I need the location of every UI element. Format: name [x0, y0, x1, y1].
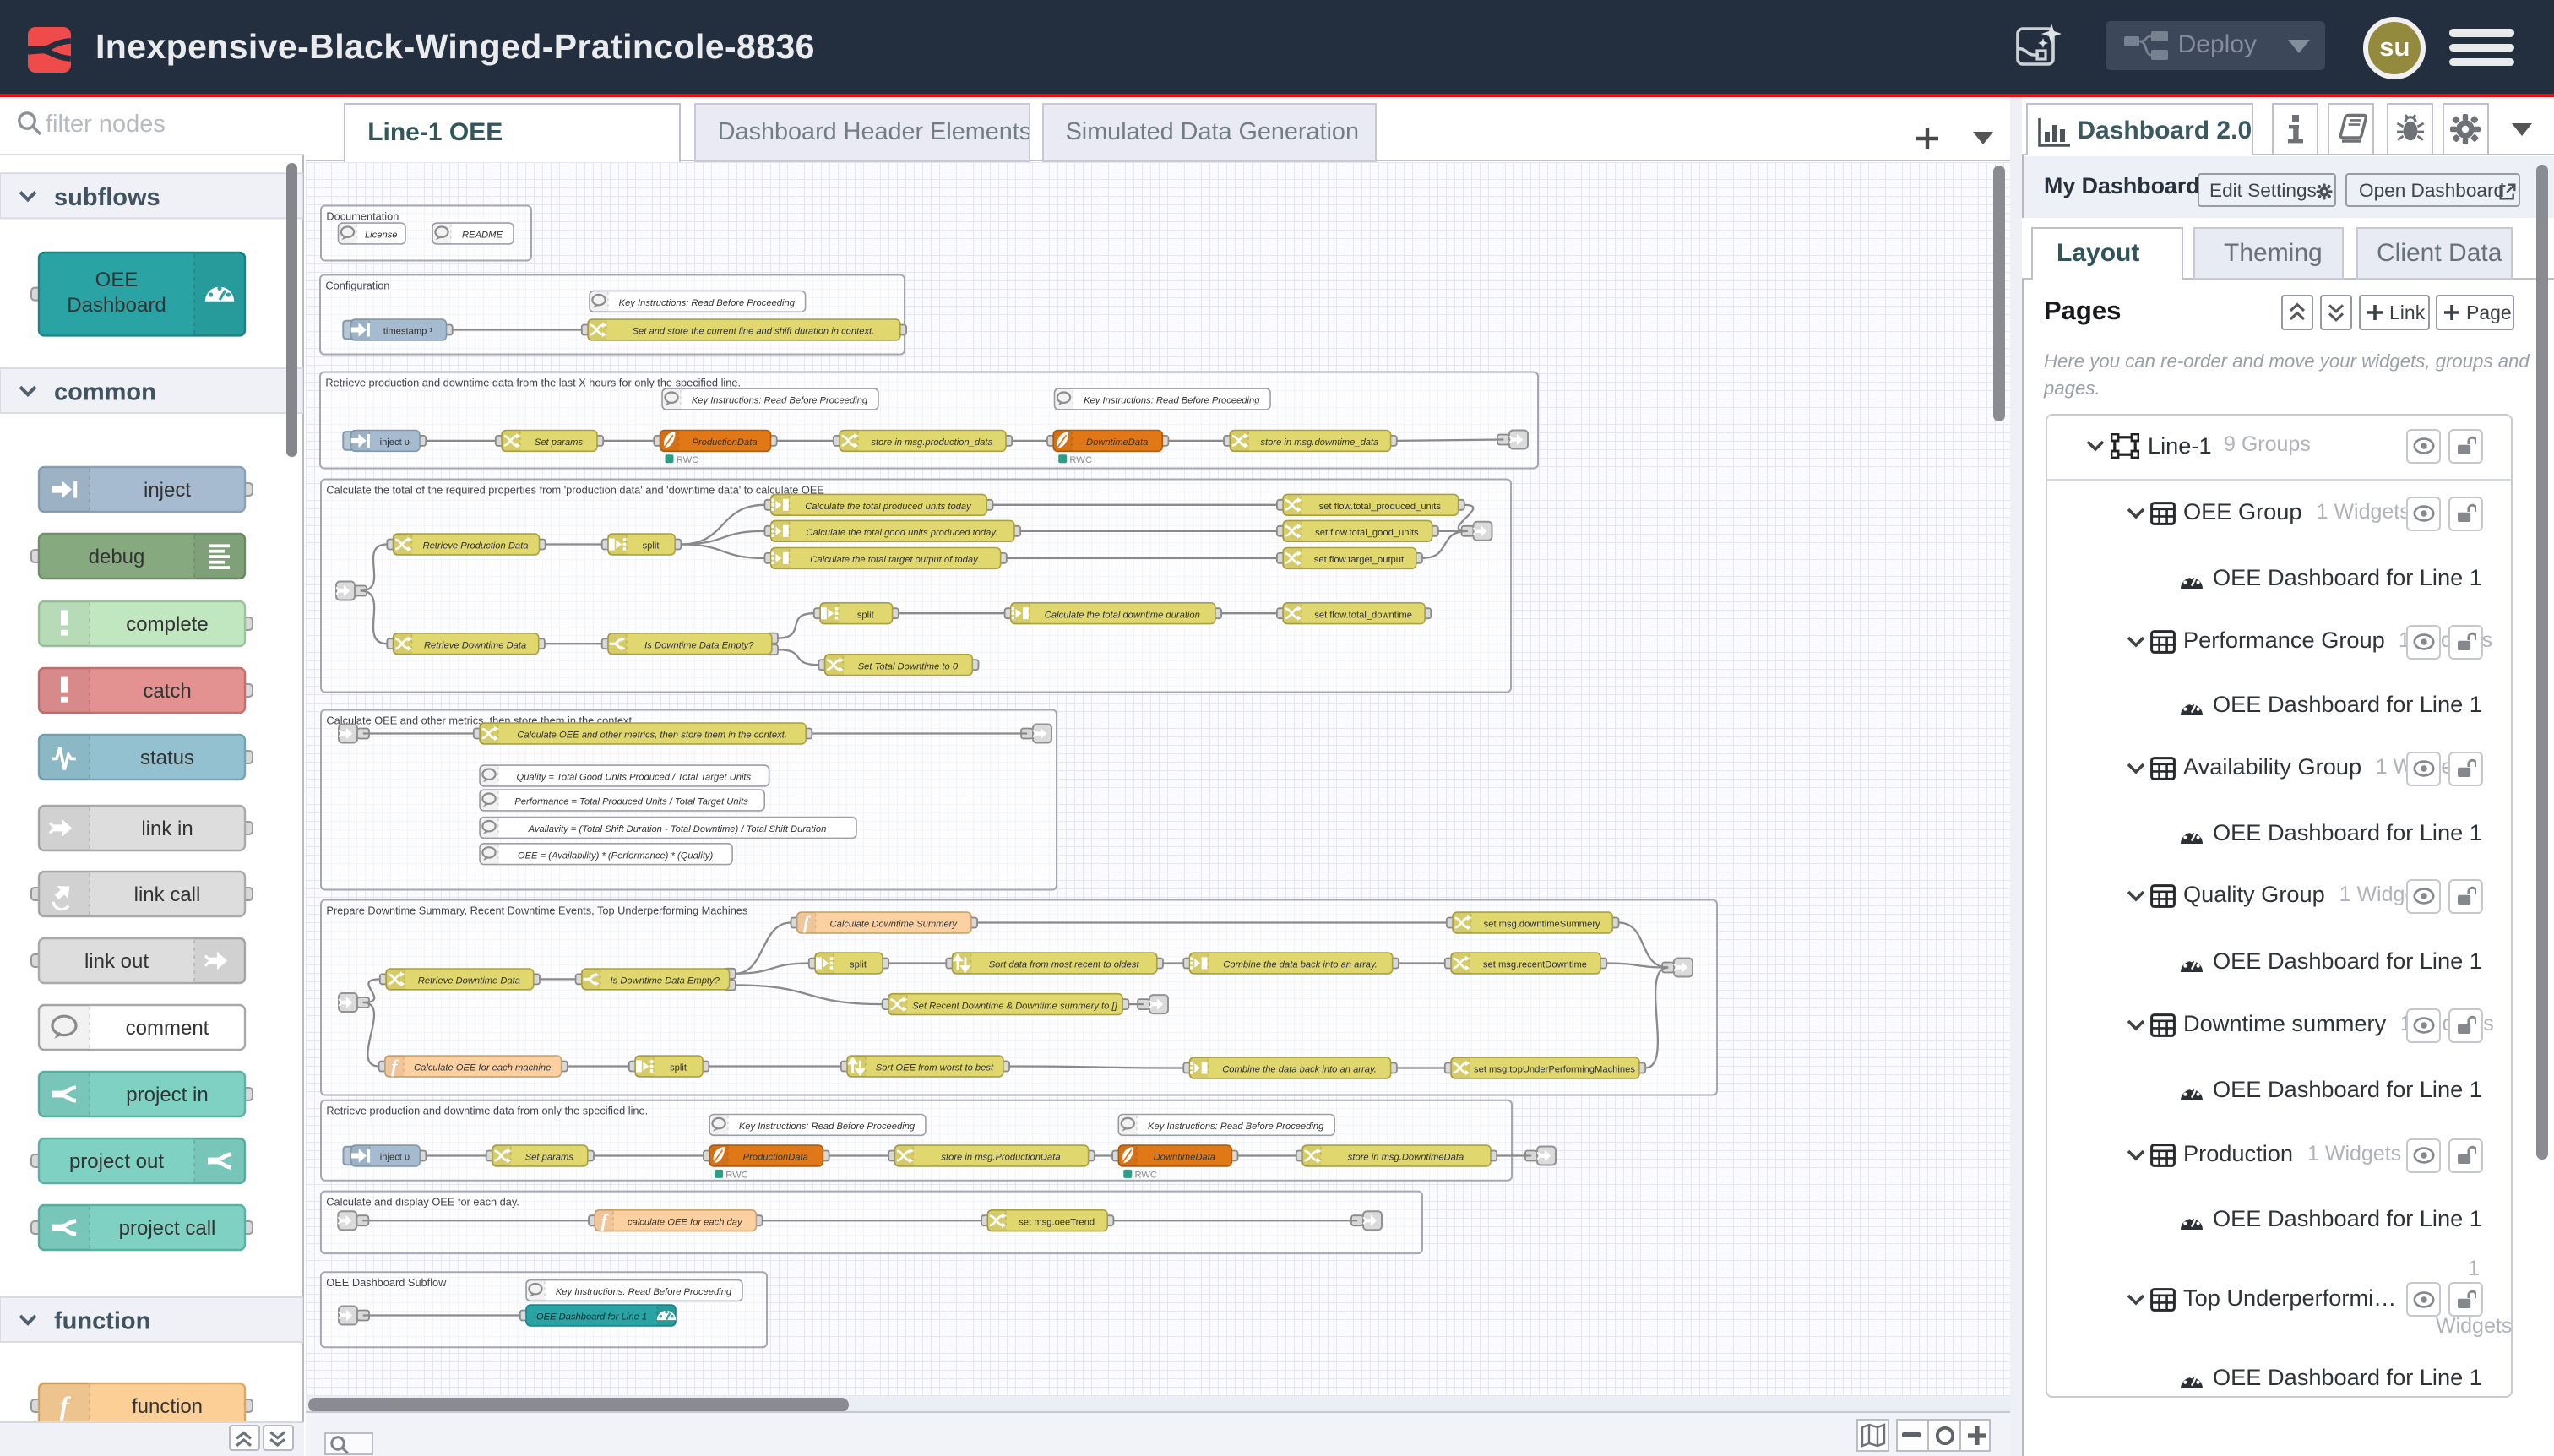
svg-text:set msg.recentDowntime: set msg.recentDowntime — [1483, 959, 1587, 970]
svg-text:project in: project in — [126, 1084, 208, 1106]
svg-text:RWC: RWC — [1134, 1170, 1157, 1180]
svg-text:Documentation: Documentation — [326, 209, 399, 222]
svg-text:Calculate the total of the req: Calculate the total of the required prop… — [326, 483, 824, 496]
svg-text:Sort OEE from worst to best: Sort OEE from worst to best — [876, 1062, 994, 1073]
svg-text:ProductionData: ProductionData — [692, 437, 757, 448]
svg-text:common: common — [54, 379, 156, 406]
svg-text:Set params: Set params — [525, 1152, 574, 1162]
svg-text:Combine the data back into an: Combine the data back into an array. — [1223, 959, 1378, 970]
svg-text:set msg.downtimeSummery: set msg.downtimeSummery — [1484, 919, 1600, 929]
svg-text:Set params: Set params — [535, 437, 584, 448]
svg-text:Calculate and display OEE for: Calculate and display OEE for each day. — [326, 1195, 519, 1208]
svg-text:Key Instructions: Read Before: Key Instructions: Read Before Proceeding — [739, 1122, 916, 1132]
svg-text:Calculate the total good units: Calculate the total good units produced … — [806, 528, 997, 538]
svg-text:Set Total Downtime to 0: Set Total Downtime to 0 — [858, 661, 959, 671]
svg-text:complete: complete — [126, 613, 208, 636]
svg-text:Key Instructions: Read Before: Key Instructions: Read Before Proceeding — [692, 395, 868, 405]
svg-text:Retrieve production and downti: Retrieve production and downtime data fr… — [325, 376, 741, 388]
svg-text:RWC: RWC — [1069, 454, 1092, 465]
svg-text:Dashboard: Dashboard — [67, 294, 166, 317]
svg-text:set msg.topUnderPerformingMach: set msg.topUnderPerformingMachines — [1474, 1064, 1635, 1074]
svg-text:Calculate OEE for each machine: Calculate OEE for each machine — [414, 1062, 551, 1073]
svg-text:store in msg.downtime_data: store in msg.downtime_data — [1260, 437, 1378, 448]
svg-text:split: split — [857, 610, 875, 620]
svg-text:Calculate the total target out: Calculate the total target output of tod… — [810, 555, 980, 565]
svg-text:inject υ: inject υ — [380, 1152, 410, 1162]
svg-text:ProductionData: ProductionData — [743, 1152, 808, 1162]
svg-text:Key Instructions: Read Before: Key Instructions: Read Before Proceeding — [1148, 1122, 1324, 1132]
svg-text:inject: inject — [144, 479, 191, 502]
svg-text:store in msg.DowntimeData: store in msg.DowntimeData — [1348, 1152, 1464, 1162]
svg-text:set flow.total_downtime: set flow.total_downtime — [1314, 610, 1412, 620]
svg-text:Performance = Total Produced U: Performance = Total Produced Units / Tot… — [514, 796, 748, 807]
svg-text:function: function — [54, 1308, 150, 1335]
svg-text:calculate OEE for each day: calculate OEE for each day — [628, 1217, 743, 1227]
svg-text:Set Recent Downtime & Downtime: Set Recent Downtime & Downtime summery t… — [912, 1001, 1117, 1011]
svg-text:Key Instructions: Read Before: Key Instructions: Read Before Proceeding — [1084, 395, 1260, 405]
svg-text:Retrieve Downtime Data: Retrieve Downtime Data — [418, 975, 520, 986]
svg-text:set msg.oeeTrend: set msg.oeeTrend — [1019, 1217, 1095, 1227]
svg-text:DowntimeData: DowntimeData — [1154, 1152, 1215, 1162]
svg-text:link call: link call — [134, 883, 201, 906]
svg-text:project call: project call — [119, 1217, 216, 1240]
svg-text:set flow.total_good_units: set flow.total_good_units — [1315, 528, 1419, 538]
svg-text:catch: catch — [143, 680, 191, 703]
svg-text:store in msg.production_data: store in msg.production_data — [871, 437, 992, 448]
svg-text:OEE Dashboard Subflow: OEE Dashboard Subflow — [326, 1276, 447, 1289]
svg-text:subflows: subflows — [54, 184, 160, 211]
svg-text:status: status — [140, 747, 194, 769]
svg-text:Set and store the current line: Set and store the current line and shift… — [633, 326, 875, 336]
svg-text:link in: link in — [141, 818, 193, 840]
svg-text:inject υ: inject υ — [380, 437, 410, 448]
svg-text:Is Downtime Data Empty?: Is Downtime Data Empty? — [644, 640, 754, 650]
svg-text:Retrieve Production Data: Retrieve Production Data — [422, 541, 528, 551]
svg-text:Key Instructions: Read Before: Key Instructions: Read Before Proceeding — [619, 298, 796, 308]
svg-text:debug: debug — [89, 546, 145, 568]
svg-text:comment: comment — [126, 1017, 209, 1040]
svg-text:Combine the data back into an: Combine the data back into an array. — [1222, 1064, 1377, 1074]
svg-text:function: function — [132, 1395, 203, 1418]
svg-text:Configuration: Configuration — [325, 279, 389, 291]
svg-text:timestamp ¹: timestamp ¹ — [383, 326, 433, 336]
svg-text:split: split — [670, 1062, 687, 1073]
svg-text:OEE = (Availability) * (Perfor: OEE = (Availability) * (Performance) * (… — [518, 850, 714, 861]
svg-text:store in msg.ProductionData: store in msg.ProductionData — [941, 1152, 1060, 1162]
svg-text:Quality = Total Good Units Pro: Quality = Total Good Units Produced / To… — [516, 772, 751, 782]
svg-text:Is Downtime Data Empty?: Is Downtime Data Empty? — [611, 975, 720, 986]
svg-text:DowntimeData: DowntimeData — [1086, 437, 1148, 448]
svg-text:Retrieve Downtime Data: Retrieve Downtime Data — [424, 640, 526, 650]
svg-text:split: split — [643, 541, 660, 551]
svg-text:OEE Dashboard for Line 1: OEE Dashboard for Line 1 — [536, 1312, 647, 1322]
svg-text:set flow.target_output: set flow.target_output — [1314, 555, 1405, 565]
svg-text:Calculate the total produced u: Calculate the total produced units today — [805, 502, 972, 512]
svg-text:RWC: RWC — [677, 454, 699, 465]
svg-text:Calculate the total downtime d: Calculate the total downtime duration — [1045, 610, 1200, 620]
svg-text:Key Instructions: Read Before: Key Instructions: Read Before Proceeding — [556, 1287, 732, 1297]
svg-text:OEE: OEE — [95, 269, 139, 291]
svg-text:Availavity = (Total Shift Dura: Availavity = (Total Shift Duration - Tot… — [528, 824, 827, 834]
svg-text:link out: link out — [84, 950, 149, 973]
svg-text:Calculate OEE and other metric: Calculate OEE and other metrics, then st… — [517, 730, 787, 740]
svg-text:Calculate Downtime Summery: Calculate Downtime Summery — [830, 919, 959, 929]
svg-text:README: README — [462, 230, 503, 240]
svg-text:Retrieve production and downti: Retrieve production and downtime data fr… — [326, 1104, 648, 1116]
svg-text:set flow.total_produced_units: set flow.total_produced_units — [1319, 502, 1442, 512]
svg-text:split: split — [850, 959, 867, 970]
svg-text:RWC: RWC — [725, 1170, 748, 1180]
svg-text:License: License — [365, 230, 398, 240]
svg-text:project out: project out — [69, 1150, 164, 1173]
svg-text:Sort data from most recent to: Sort data from most recent to oldest — [989, 959, 1140, 970]
svg-text:Prepare Downtime Summary, Rece: Prepare Downtime Summary, Recent Downtim… — [326, 904, 747, 916]
